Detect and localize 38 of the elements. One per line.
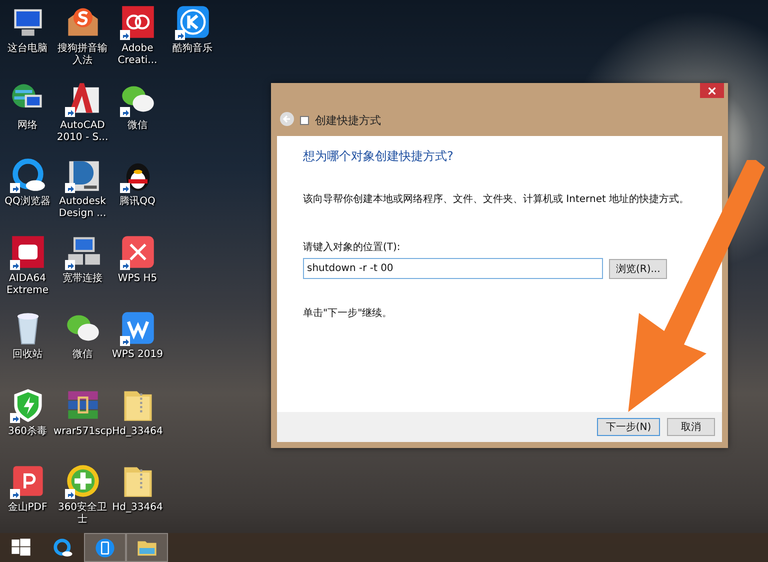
icon-label[interactable]: 酷狗音乐 [164,43,222,55]
icon-label[interactable]: 360安全卫士 [54,502,112,526]
shortcut-icon [300,116,309,124]
icon-label[interactable]: QQ浏览器 [0,196,56,208]
icon-label[interactable]: Hd_33464 [108,502,166,514]
icon-label[interactable]: 网络 [0,120,56,132]
icon-label[interactable]: AutoCAD 2010 - S... [54,120,112,144]
dialog-heading: 想为哪个对象创建快捷方式? [303,148,454,165]
icon-label[interactable]: wrar571scp [54,426,112,438]
window-title: 创建快捷方式 [315,112,381,128]
icon-label[interactable]: Autodesk Design ... [54,196,112,220]
hint-text: 单击"下一步"继续。 [303,306,394,320]
location-input-field[interactable]: shutdown -r -t 00 [303,258,603,279]
taskbar-button[interactable] [84,533,126,562]
icon-label[interactable]: Adobe Creati... [108,43,166,67]
next-button[interactable]: 下一步(N) [597,418,660,436]
icon-label[interactable]: WPS H5 [108,272,166,284]
browser-icon [52,536,74,558]
icon-label[interactable]: 这台电脑 [0,43,56,55]
browser-icon[interactable] [10,157,46,193]
browse-button[interactable]: 浏览(R)... [609,258,668,278]
cancel-button[interactable]: 取消 [667,418,715,436]
icon-label[interactable]: 宽带连接 [54,272,112,284]
icon-label[interactable]: 回收站 [0,349,56,361]
icon-label[interactable]: 金山PDF [0,502,56,514]
icon-label[interactable]: 搜狗拼音输入法 [54,43,112,67]
icon-label[interactable]: 微信 [54,349,112,361]
phone-icon [94,536,116,558]
start-icon [10,536,32,558]
close-icon [708,86,716,94]
icon-label[interactable]: AIDA64 Extreme [0,272,56,296]
icon-label[interactable]: 腾讯QQ [108,196,166,208]
close-button[interactable] [700,83,724,98]
description-text: 该向导帮你创建本地或网络程序、文件、文件夹、计算机或 Internet 地址的快捷方式。 [303,192,690,206]
field-label: 请键入对象的位置(T): [303,240,402,254]
plus-icon[interactable] [64,463,100,499]
icon-label[interactable]: WPS 2019 [108,349,166,361]
icon-label[interactable]: 微信 [108,120,166,132]
